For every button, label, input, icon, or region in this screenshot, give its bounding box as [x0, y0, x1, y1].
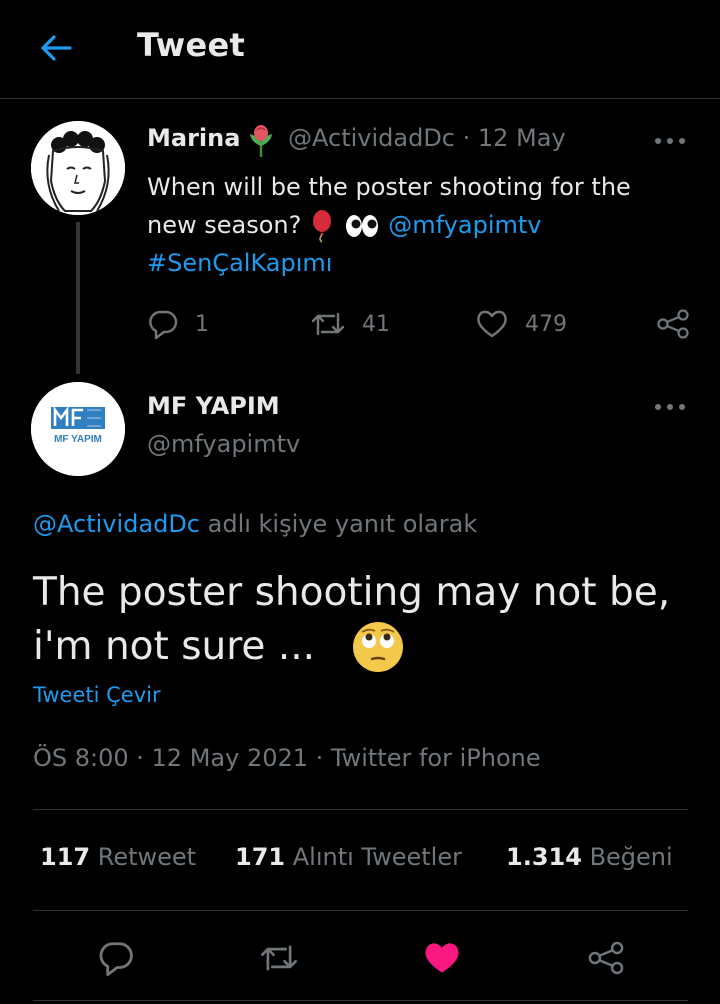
- retweets-label: Retweet: [97, 843, 197, 871]
- mf-yapim-logo: [31, 382, 125, 476]
- likes-label: Beğeni: [589, 843, 673, 871]
- reply-button[interactable]: [88, 930, 144, 986]
- arrow-left-icon: [41, 35, 72, 61]
- author-handle-date[interactable]: @ActividadDc · 12 May: [288, 124, 566, 152]
- reply-icon: [149, 310, 178, 340]
- author-name[interactable]: MF YAPIM: [147, 392, 280, 420]
- likes-count: 1.314: [506, 843, 582, 871]
- more-options-button[interactable]: [650, 128, 690, 154]
- balloon-emoji-icon: [313, 210, 331, 243]
- reply-to-mention[interactable]: @ActividadDc: [33, 510, 200, 538]
- tweet-text: The poster shooting may not be, i'm not …: [33, 566, 693, 674]
- more-dots-icon: [655, 138, 685, 144]
- reply-to-suffix: adlı kişiye yanıt olarak: [200, 510, 478, 538]
- reply-button[interactable]: 1: [147, 304, 209, 344]
- logo-text: MF YAPIM: [54, 434, 102, 445]
- likes-stat[interactable]: 1.314 Beğeni: [506, 843, 673, 871]
- author-handle[interactable]: @mfyapimtv: [147, 430, 300, 458]
- divider: [33, 910, 688, 911]
- tweet-action-bar: [0, 930, 720, 986]
- more-options-button[interactable]: [650, 394, 690, 420]
- author-name[interactable]: Marina: [147, 124, 240, 152]
- retweets-count: 117: [40, 843, 91, 871]
- like-button[interactable]: 479: [475, 304, 567, 344]
- share-icon: [657, 309, 689, 339]
- eyes-emoji-icon: [345, 215, 378, 237]
- like-count: 479: [525, 311, 567, 337]
- avatar-illustration: [31, 121, 125, 215]
- share-button[interactable]: [578, 930, 634, 986]
- share-button[interactable]: [655, 304, 691, 344]
- rolling-eyes-emoji-icon: [353, 622, 404, 672]
- top-bar: Tweet: [0, 0, 720, 99]
- tweet-text-line: i'm not sure ...: [33, 624, 316, 669]
- divider: [33, 809, 688, 810]
- retweet-icon: [311, 312, 345, 336]
- more-dots-icon: [655, 404, 685, 410]
- replying-to: @ActividadDc adlı kişiye yanıt olarak: [33, 510, 477, 538]
- heart-icon: [477, 310, 507, 338]
- tweet-text-line: The poster shooting may not be,: [33, 570, 671, 615]
- tweet-timestamp[interactable]: ÖS 8:00 · 12 May 2021 · Twitter for iPho…: [33, 744, 541, 772]
- tweet-actions: 1 41 479: [147, 304, 692, 344]
- thread-line: [76, 222, 80, 374]
- reply-count: 1: [195, 311, 209, 337]
- reply-icon: [99, 942, 133, 977]
- like-button[interactable]: [414, 930, 470, 986]
- tweet-text-line-2: i'm not sure ...: [33, 620, 693, 674]
- quotes-label: Alıntı Tweetler: [292, 843, 462, 871]
- divider: [33, 1000, 688, 1001]
- heart-filled-icon: [425, 943, 459, 973]
- back-button[interactable]: [36, 30, 76, 66]
- translate-tweet-link[interactable]: Tweeti Çevir: [33, 683, 161, 707]
- retweets-stat[interactable]: 117 Retweet: [40, 843, 196, 871]
- share-icon: [588, 941, 624, 975]
- page-title: Tweet: [137, 26, 246, 64]
- retweet-count: 41: [362, 311, 390, 337]
- avatar[interactable]: MF YAPIM: [31, 382, 125, 476]
- retweet-button[interactable]: [251, 930, 307, 986]
- avatar[interactable]: [31, 121, 125, 215]
- retweet-button[interactable]: 41: [310, 304, 390, 344]
- quotes-stat[interactable]: 171 Alıntı Tweetler: [235, 843, 462, 871]
- retweet-icon: [261, 945, 297, 971]
- mention-link[interactable]: @mfyapimtv: [388, 211, 541, 239]
- quotes-count: 171: [235, 843, 286, 871]
- tweet-text: When will be the poster shooting for the…: [147, 168, 687, 282]
- rose-emoji-icon: [250, 125, 272, 157]
- hashtag-link[interactable]: #SenÇalKapımı: [147, 249, 332, 277]
